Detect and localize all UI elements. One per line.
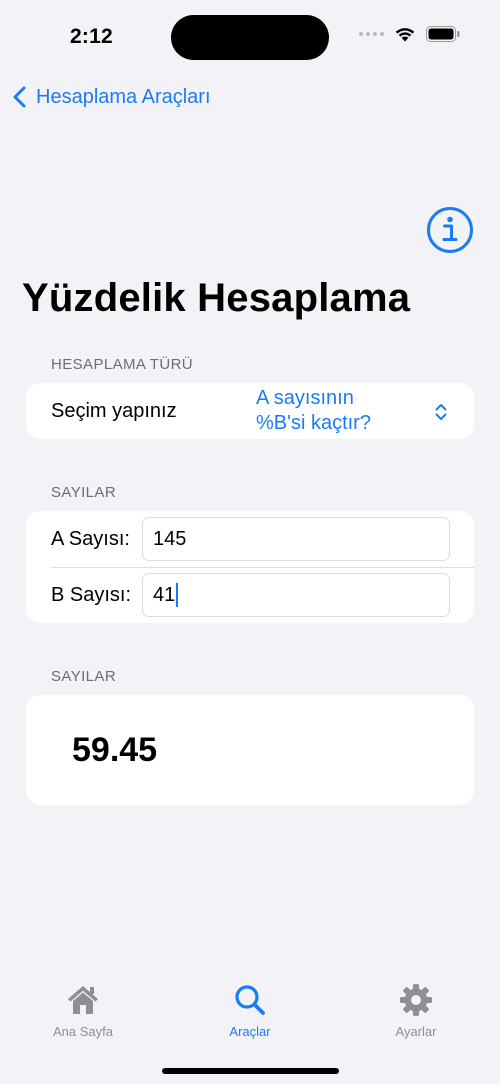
b-number-value: 41 [153,583,176,606]
home-indicator [162,1068,339,1074]
back-button-label: Hesaplama Araçları [36,85,211,108]
calc-type-selected-line1: A sayısının [256,387,354,409]
calc-type-header: HESAPLAMA TÜRÜ [51,356,194,373]
result-header: SAYILAR [51,668,117,685]
a-number-value: 145 [153,527,187,550]
page-title: Yüzdelik Hesaplama [22,276,411,320]
a-number-input[interactable]: 145 [142,517,450,561]
numbers-card: A Sayısı: 145 B Sayısı: 41 [26,511,474,623]
tab-bar: Ana Sayfa Araçlar Ayarlar [0,974,500,1084]
a-number-label: A Sayısı: [51,527,130,550]
gear-icon [400,984,432,1016]
info-icon[interactable] [426,206,474,254]
calc-type-selected-line2: %B'si kaçtır? [256,412,371,434]
status-bar: 2:12 [0,0,500,70]
cellular-signal-icon [359,32,384,36]
tab-settings-label: Ayarlar [395,1024,437,1039]
tab-settings[interactable]: Ayarlar [356,982,476,1039]
dynamic-island [171,15,329,60]
tab-tools[interactable]: Araçlar [190,982,310,1039]
a-number-row: A Sayısı: 145 [26,511,474,567]
tab-tools-label: Araçlar [229,1024,271,1039]
house-icon [68,986,98,1014]
back-button[interactable]: Hesaplama Araçları [12,82,211,112]
b-number-row: B Sayısı: 41 [26,567,474,623]
result-value: 59.45 [72,731,158,769]
numbers-header: SAYILAR [51,484,117,501]
calc-type-label: Seçim yapınız [51,399,177,422]
status-icons [359,26,460,42]
tab-home[interactable]: Ana Sayfa [23,982,143,1039]
text-cursor [176,583,179,607]
result-card: 59.45 [26,695,474,805]
calc-type-selected-value: A sayısının %B'si kaçtır? [256,386,406,436]
b-number-label: B Sayısı: [51,583,132,606]
magnifier-icon [235,985,265,1015]
wifi-icon [395,28,415,42]
battery-icon [426,26,460,42]
b-number-input[interactable]: 41 [142,573,450,617]
calc-type-picker[interactable]: Seçim yapınız A sayısının %B'si kaçtır? [26,383,474,439]
tab-home-label: Ana Sayfa [53,1024,113,1039]
chevron-left-icon [13,86,26,108]
chevron-up-down-icon [435,404,447,420]
status-time: 2:12 [70,25,113,48]
